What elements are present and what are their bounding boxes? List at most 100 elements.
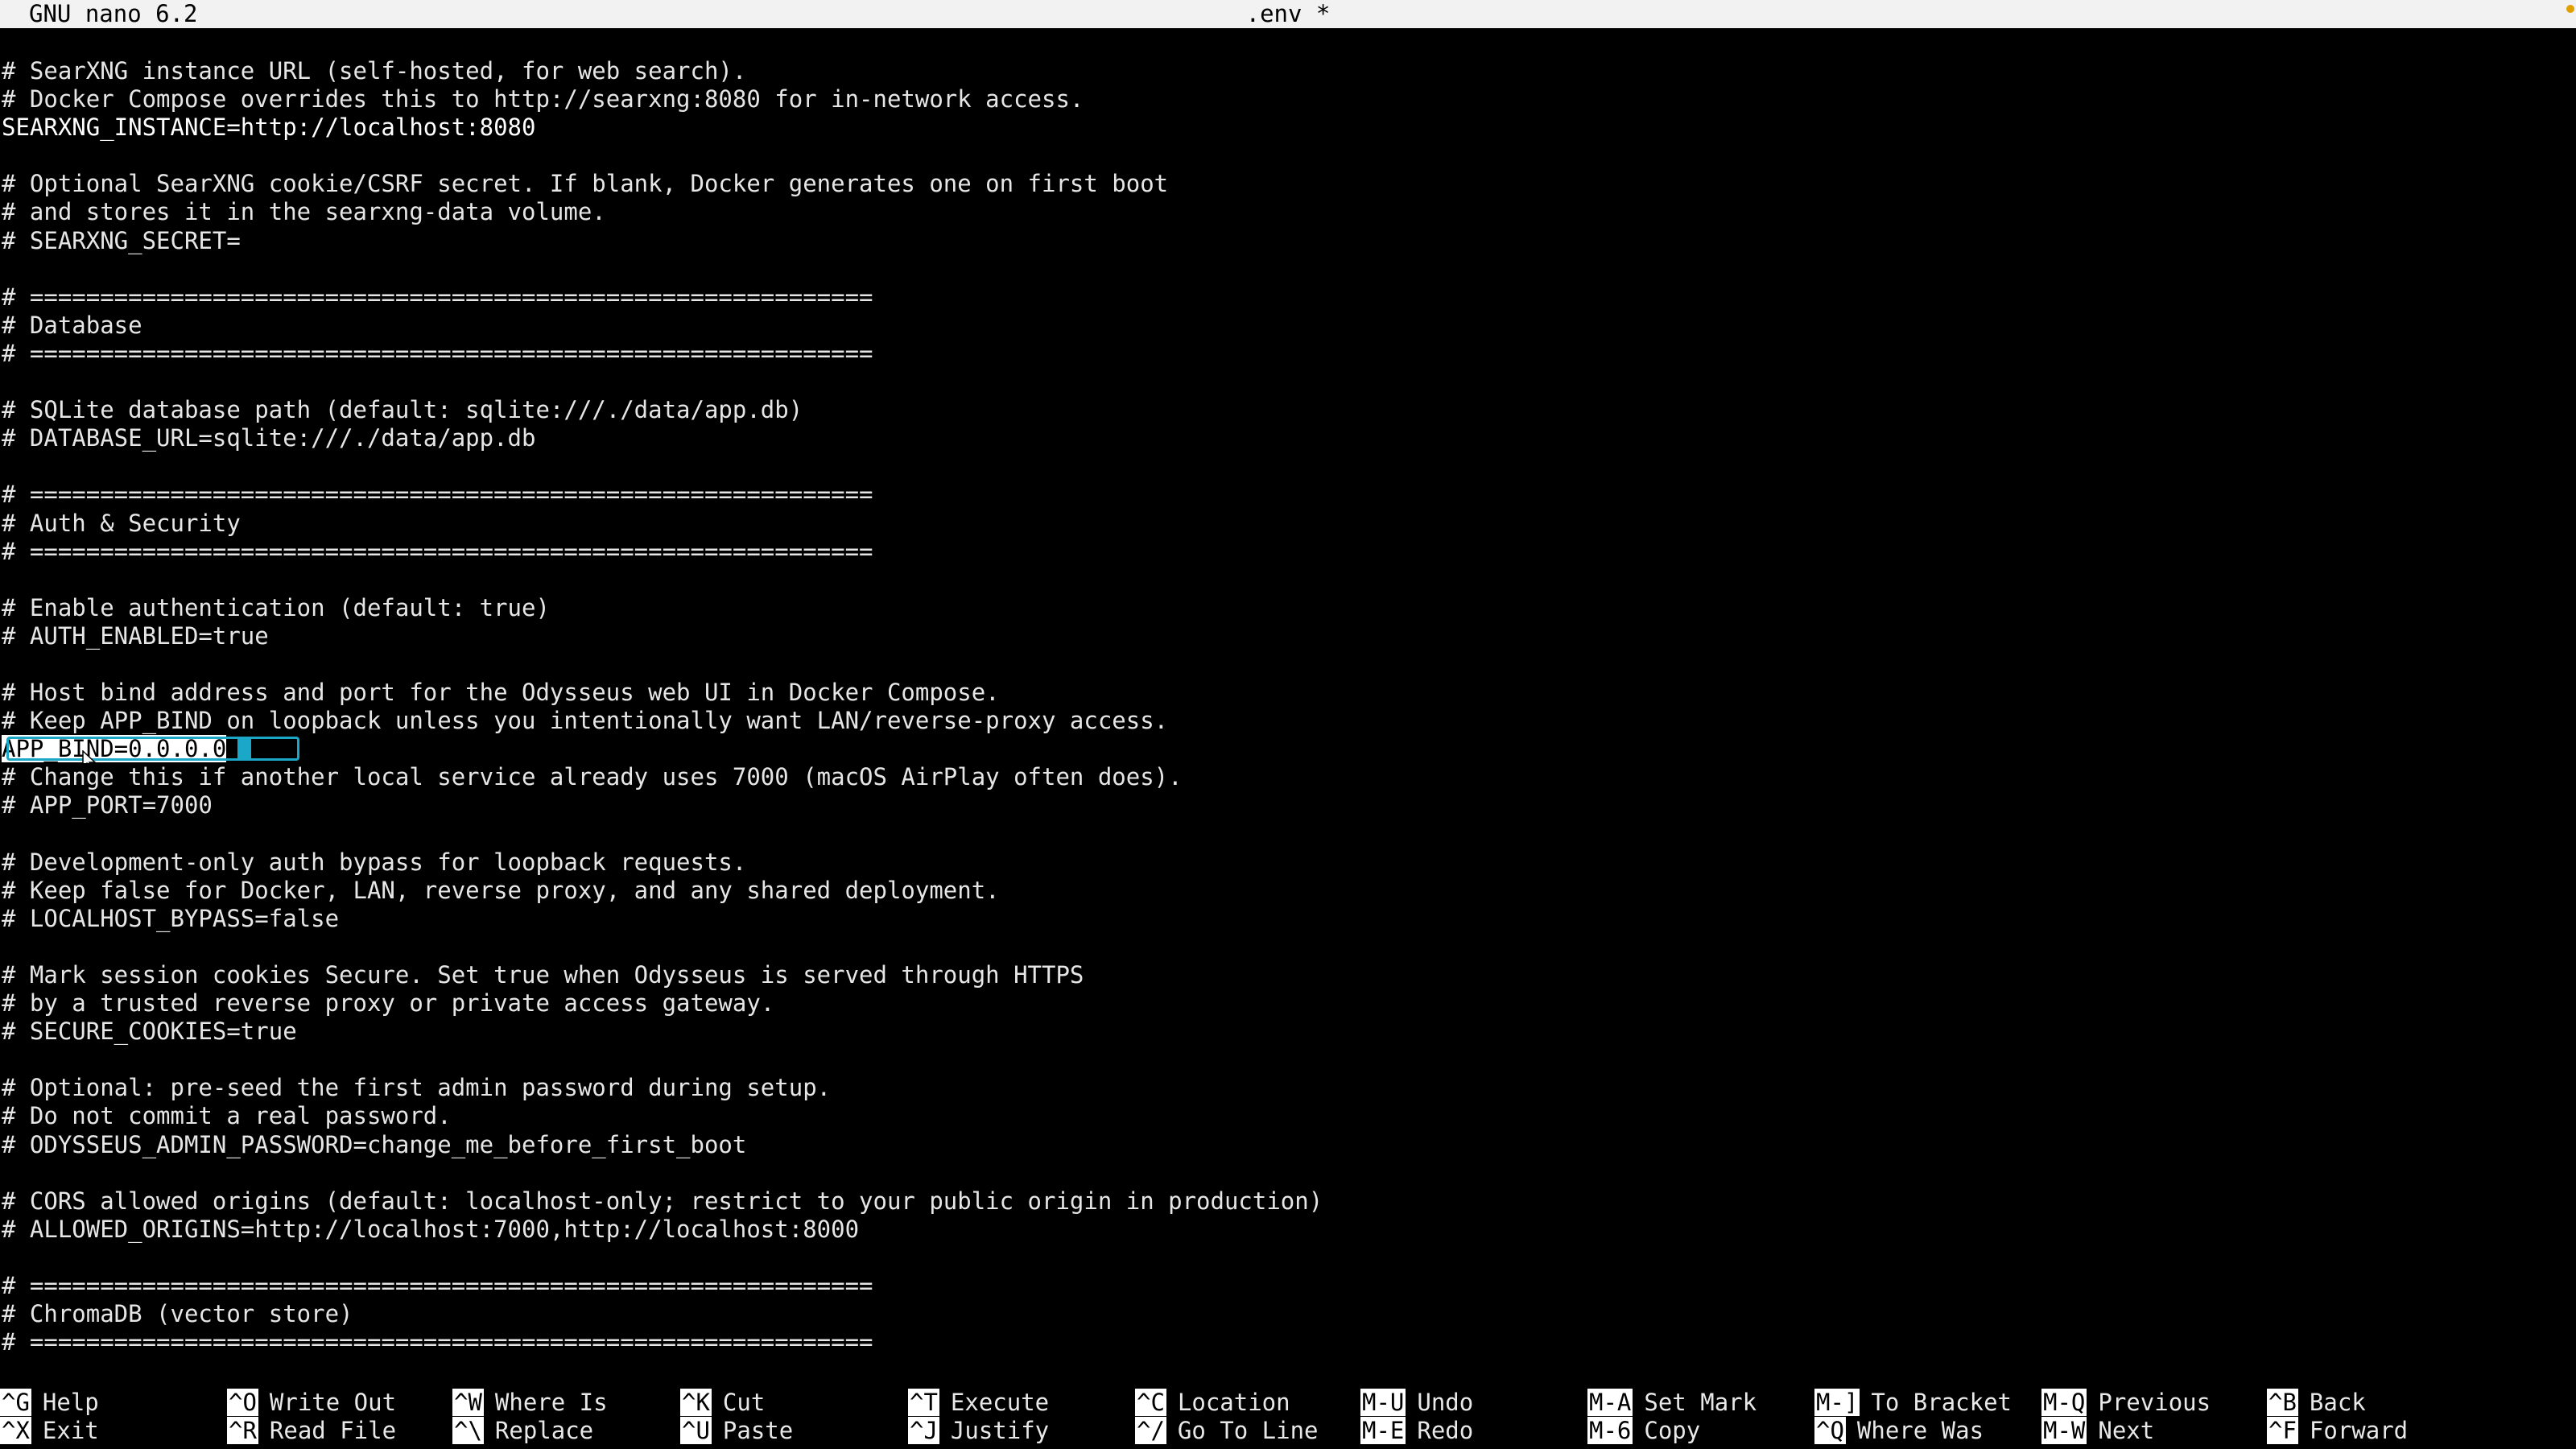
shortcut-label: Exit	[42, 1417, 99, 1444]
editor-line[interactable]: # AUTH_ENABLED=true	[2, 622, 2574, 650]
shortcut-where-is[interactable]: ^W Where Is	[452, 1389, 608, 1417]
editor-line[interactable]	[2, 566, 2574, 594]
editor-line[interactable]	[2, 452, 2574, 481]
shortcut-cut[interactable]: ^K Cut	[680, 1389, 765, 1417]
shortcut-key: ^U	[680, 1417, 712, 1444]
editor-line[interactable]	[2, 933, 2574, 961]
shortcut-execute[interactable]: ^T Execute	[908, 1389, 1049, 1417]
editor-line[interactable]: # Docker Compose overrides this to http:…	[2, 85, 2574, 114]
shortcut-label: Undo	[1417, 1389, 1474, 1416]
shortcut-go-to-line[interactable]: ^/ Go To Line	[1135, 1417, 1319, 1445]
editor-line[interactable]: # SECURE_COOKIES=true	[2, 1018, 2574, 1046]
editor-line[interactable]: # Optional SearXNG cookie/CSRF secret. I…	[2, 170, 2574, 198]
shortcut-label: Forward	[2309, 1417, 2409, 1444]
editor-line[interactable]: # CORS allowed origins (default: localho…	[2, 1187, 2574, 1216]
shortcut-help[interactable]: ^G Help	[0, 1389, 99, 1417]
editor-line[interactable]: # LOCALHOST_BYPASS=false	[2, 905, 2574, 933]
editor-line[interactable]	[2, 1244, 2574, 1272]
shortcut-key: ^B	[2267, 1389, 2298, 1416]
shortcut-label: Next	[2098, 1417, 2155, 1444]
shortcut-label: Redo	[1417, 1417, 1474, 1444]
shortcut-where-was[interactable]: ^Q Where Was	[1814, 1417, 1984, 1445]
shortcut-label: Write Out	[269, 1389, 397, 1416]
shortcut-redo[interactable]: M-E Redo	[1360, 1417, 1473, 1445]
shortcut-write-out[interactable]: ^O Write Out	[227, 1389, 396, 1417]
shortcut-to-bracket[interactable]: M-] To Bracket	[1814, 1389, 2012, 1417]
terminal-window: GNU nano 6.2 .env * # SearXNG instance U…	[0, 0, 2576, 1449]
shortcut-bar: ^G Help ^X Exit ^O Write Out ^R Read File ^W Wher…	[0, 1389, 2576, 1445]
editor-line[interactable]: # by a trusted reverse proxy or private …	[2, 989, 2574, 1018]
editor-line[interactable]: # Mark session cookies Secure. Set true …	[2, 961, 2574, 989]
shortcut-label: Replace	[494, 1417, 594, 1444]
shortcut-label: Back	[2309, 1389, 2366, 1416]
shortcut-label: Cut	[722, 1389, 766, 1416]
selection-highlight	[6, 737, 299, 762]
editor-line[interactable]: # Change this if another local service a…	[2, 763, 2574, 791]
editor-line[interactable]: # ======================================…	[2, 283, 2574, 312]
editor-buffer[interactable]: # SearXNG instance URL (self-hosted, for…	[2, 57, 2574, 1377]
editor-line[interactable]: # and stores it in the searxng-data volu…	[2, 198, 2574, 226]
editor-line[interactable]: # ======================================…	[2, 1328, 2574, 1356]
editor-line[interactable]: # Database	[2, 312, 2574, 340]
shortcut-key: ^X	[0, 1417, 31, 1444]
editor-line[interactable]: # ======================================…	[2, 340, 2574, 368]
text-cursor	[237, 738, 251, 761]
shortcut-key: M-W	[2041, 1417, 2087, 1444]
editor-line[interactable]: # ALLOWED_ORIGINS=http://localhost:7000,…	[2, 1216, 2574, 1244]
editor-line[interactable]: # ======================================…	[2, 538, 2574, 566]
editor-line[interactable]	[2, 142, 2574, 170]
editor-line[interactable]: # Enable authentication (default: true)	[2, 594, 2574, 622]
editor-line[interactable]: # SearXNG instance URL (self-hosted, for…	[2, 57, 2574, 85]
editor-line[interactable]: # Do not commit a real password.	[2, 1102, 2574, 1130]
shortcut-key: M-U	[1360, 1389, 1406, 1416]
shortcut-paste[interactable]: ^U Paste	[680, 1417, 793, 1445]
editor-line[interactable]: # Keep APP_BIND on loopback unless you i…	[2, 707, 2574, 735]
current-line[interactable]: APP_BIND=0.0.0.0	[2, 735, 2574, 764]
editor-line[interactable]: # Keep false for Docker, LAN, reverse pr…	[2, 877, 2574, 905]
shortcut-key: ^K	[680, 1389, 712, 1416]
editor-line[interactable]: # Host bind address and port for the Ody…	[2, 679, 2574, 707]
shortcut-previous[interactable]: M-Q Previous	[2041, 1389, 2211, 1417]
editor-line[interactable]: SEARXNG_INSTANCE=http://localhost:8080	[2, 114, 2574, 142]
editor-line[interactable]	[2, 255, 2574, 283]
editor-line[interactable]	[2, 1159, 2574, 1187]
editor-line[interactable]	[2, 650, 2574, 679]
mouse-pointer-icon	[82, 750, 97, 764]
shortcut-forward[interactable]: ^F Forward	[2267, 1417, 2408, 1445]
nano-titlebar: GNU nano 6.2 .env *	[0, 0, 2576, 28]
shortcut-key: M-E	[1360, 1417, 1406, 1444]
shortcut-back[interactable]: ^B Back	[2267, 1389, 2366, 1417]
editor-line[interactable]: # Optional: pre-seed the first admin pas…	[2, 1074, 2574, 1102]
editor-line[interactable]	[2, 368, 2574, 396]
editor-line[interactable]: # Development-only auth bypass for loopb…	[2, 848, 2574, 877]
shortcut-next[interactable]: M-W Next	[2041, 1417, 2154, 1445]
editor-line[interactable]: # DATABASE_URL=sqlite:///./data/app.db	[2, 424, 2574, 452]
shortcut-exit[interactable]: ^X Exit	[0, 1417, 99, 1445]
shortcut-read-file[interactable]: ^R Read File	[227, 1417, 396, 1445]
shortcut-location[interactable]: ^C Location	[1135, 1389, 1290, 1417]
editor-line[interactable]: # ODYSSEUS_ADMIN_PASSWORD=change_me_befo…	[2, 1131, 2574, 1159]
editor-line[interactable]: # ======================================…	[2, 481, 2574, 509]
shortcut-set-mark[interactable]: M-A Set Mark	[1587, 1389, 1757, 1417]
editor-line[interactable]	[2, 1046, 2574, 1074]
shortcut-label: Execute	[950, 1389, 1050, 1416]
shortcut-label: To Bracket	[1871, 1389, 2012, 1416]
editor-line[interactable]: # ChromaDB (vector store)	[2, 1300, 2574, 1328]
shortcut-copy[interactable]: M-6 Copy	[1587, 1417, 1700, 1445]
shortcut-undo[interactable]: M-U Undo	[1360, 1389, 1473, 1417]
shortcut-label: Help	[42, 1389, 99, 1416]
shortcut-label: Read File	[269, 1417, 397, 1444]
file-name: .env *	[1245, 0, 1331, 27]
shortcut-justify[interactable]: ^J Justify	[908, 1417, 1049, 1445]
editor-line[interactable]: # Auth & Security	[2, 510, 2574, 538]
shortcut-label: Location	[1177, 1389, 1290, 1416]
editor-line[interactable]	[2, 820, 2574, 848]
editor-line[interactable]: # SEARXNG_SECRET=	[2, 227, 2574, 255]
shortcut-key: ^G	[0, 1389, 31, 1416]
editor-line[interactable]: # SQLite database path (default: sqlite:…	[2, 396, 2574, 424]
shortcut-replace[interactable]: ^\ Replace	[452, 1417, 593, 1445]
editor-line[interactable]: # ======================================…	[2, 1272, 2574, 1300]
shortcut-key: ^/	[1135, 1417, 1166, 1444]
editor-line[interactable]: # APP_PORT=7000	[2, 791, 2574, 819]
shortcut-key: M-]	[1814, 1389, 1860, 1416]
